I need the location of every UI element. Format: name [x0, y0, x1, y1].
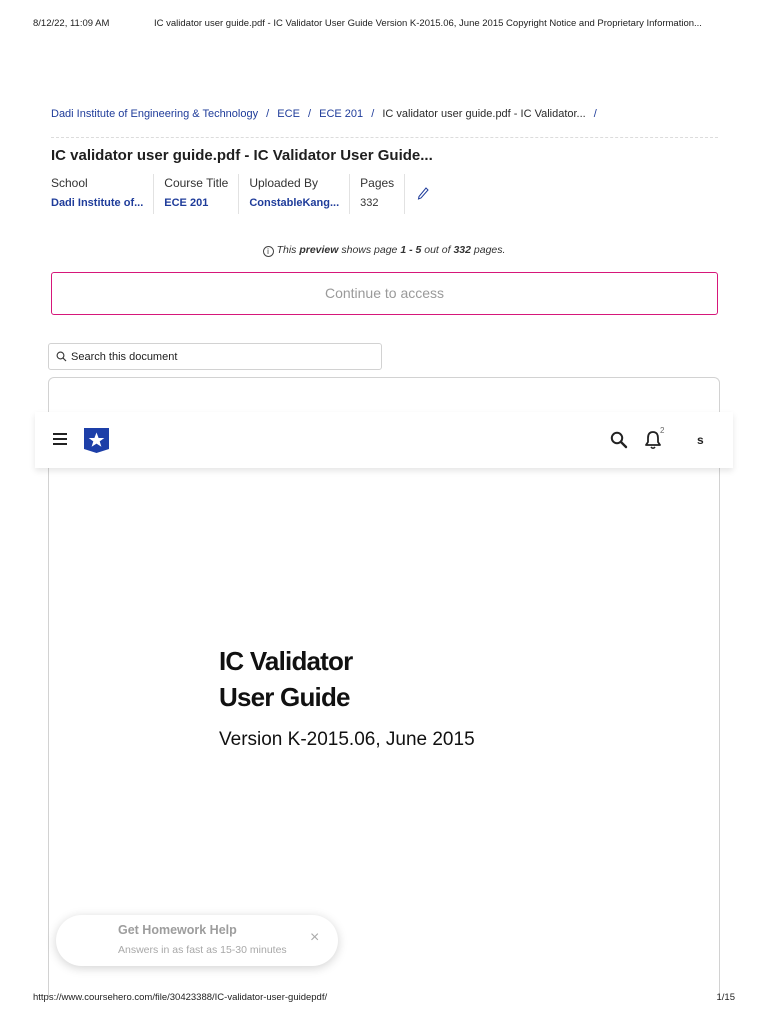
- breadcrumb-department-link[interactable]: ECE: [277, 108, 300, 120]
- print-page-number: 1/15: [716, 992, 736, 1003]
- breadcrumb-divider: [51, 137, 718, 138]
- pencil-icon: [418, 187, 429, 200]
- meta-school-label: School: [51, 176, 88, 190]
- hamburger-icon[interactable]: [53, 433, 67, 445]
- info-icon: i: [262, 246, 274, 257]
- breadcrumb-course-link[interactable]: ECE 201: [319, 108, 363, 120]
- cover-title: IC Validator User Guide: [219, 643, 353, 715]
- breadcrumb-separator: /: [371, 108, 375, 120]
- homework-help-toast[interactable]: Get Homework Help Answers in as fast as …: [56, 915, 338, 966]
- top-navigation-bar: 2 s: [35, 412, 733, 468]
- meta-uploader: Uploaded By ConstableKang...: [239, 174, 351, 214]
- toast-title: Get Homework Help: [118, 923, 237, 937]
- document-title: IC validator user guide.pdf - IC Validat…: [51, 147, 433, 164]
- breadcrumb-current: IC validator user guide.pdf - IC Validat…: [382, 108, 586, 120]
- close-icon[interactable]: ×: [310, 930, 319, 946]
- meta-school-link[interactable]: Dadi Institute of...: [51, 195, 143, 211]
- cover-title-line1: IC Validator: [219, 646, 353, 676]
- preview-keyword: preview: [299, 244, 339, 256]
- toast-subtitle: Answers in as fast as 15-30 minutes: [118, 944, 287, 956]
- document-search-input[interactable]: Search this document: [48, 343, 382, 370]
- breadcrumb-separator: /: [307, 108, 312, 120]
- document-meta: School Dadi Institute of... Course Title…: [51, 174, 439, 214]
- meta-uploader-label: Uploaded By: [249, 176, 319, 190]
- breadcrumb-separator: /: [593, 108, 597, 120]
- print-url: https://www.coursehero.com/file/30423388…: [33, 992, 328, 1003]
- user-avatar[interactable]: s: [697, 433, 704, 447]
- meta-course: Course Title ECE 201: [154, 174, 240, 214]
- meta-course-link[interactable]: ECE 201: [164, 195, 228, 211]
- notification-count: 2: [660, 426, 665, 435]
- search-icon[interactable]: [610, 431, 628, 449]
- preview-notice: i This preview shows page 1 - 5 out of 33…: [0, 244, 768, 257]
- breadcrumb: Dadi Institute of Engineering & Technolo…: [51, 108, 721, 124]
- meta-pages: Pages 332: [350, 174, 406, 214]
- edit-button[interactable]: [405, 174, 439, 214]
- cover-version: Version K-2015.06, June 2015: [219, 729, 475, 750]
- preview-text: pages.: [470, 244, 506, 256]
- document-viewer: [48, 377, 720, 997]
- breadcrumb-school-link[interactable]: Dadi Institute of Engineering & Technolo…: [51, 108, 258, 120]
- cover-title-line2: User Guide: [219, 682, 351, 712]
- search-placeholder: Search this document: [71, 350, 178, 363]
- print-datetime: 8/12/22, 11:09 AM: [33, 18, 110, 29]
- continue-to-access-button[interactable]: Continue to access: [51, 272, 718, 315]
- search-icon: [56, 351, 67, 362]
- preview-total-pages: 332: [453, 244, 471, 256]
- meta-uploader-link[interactable]: ConstableKang...: [249, 195, 339, 211]
- print-header: 8/12/22, 11:09 AM IC validator user guid…: [0, 18, 768, 32]
- preview-text: out of: [421, 244, 454, 256]
- meta-school: School Dadi Institute of...: [51, 174, 155, 214]
- breadcrumb-separator: /: [266, 108, 270, 120]
- print-footer: https://www.coursehero.com/file/30423388…: [0, 992, 768, 1006]
- preview-page-range: 1 - 5: [400, 244, 422, 256]
- course-hero-logo[interactable]: [83, 427, 110, 454]
- meta-pages-value: 332: [360, 197, 379, 209]
- meta-course-label: Course Title: [164, 176, 229, 190]
- preview-text: shows page: [338, 244, 401, 256]
- preview-text: This: [276, 244, 300, 256]
- meta-pages-label: Pages: [360, 176, 395, 190]
- print-title: IC validator user guide.pdf - IC Validat…: [154, 18, 702, 29]
